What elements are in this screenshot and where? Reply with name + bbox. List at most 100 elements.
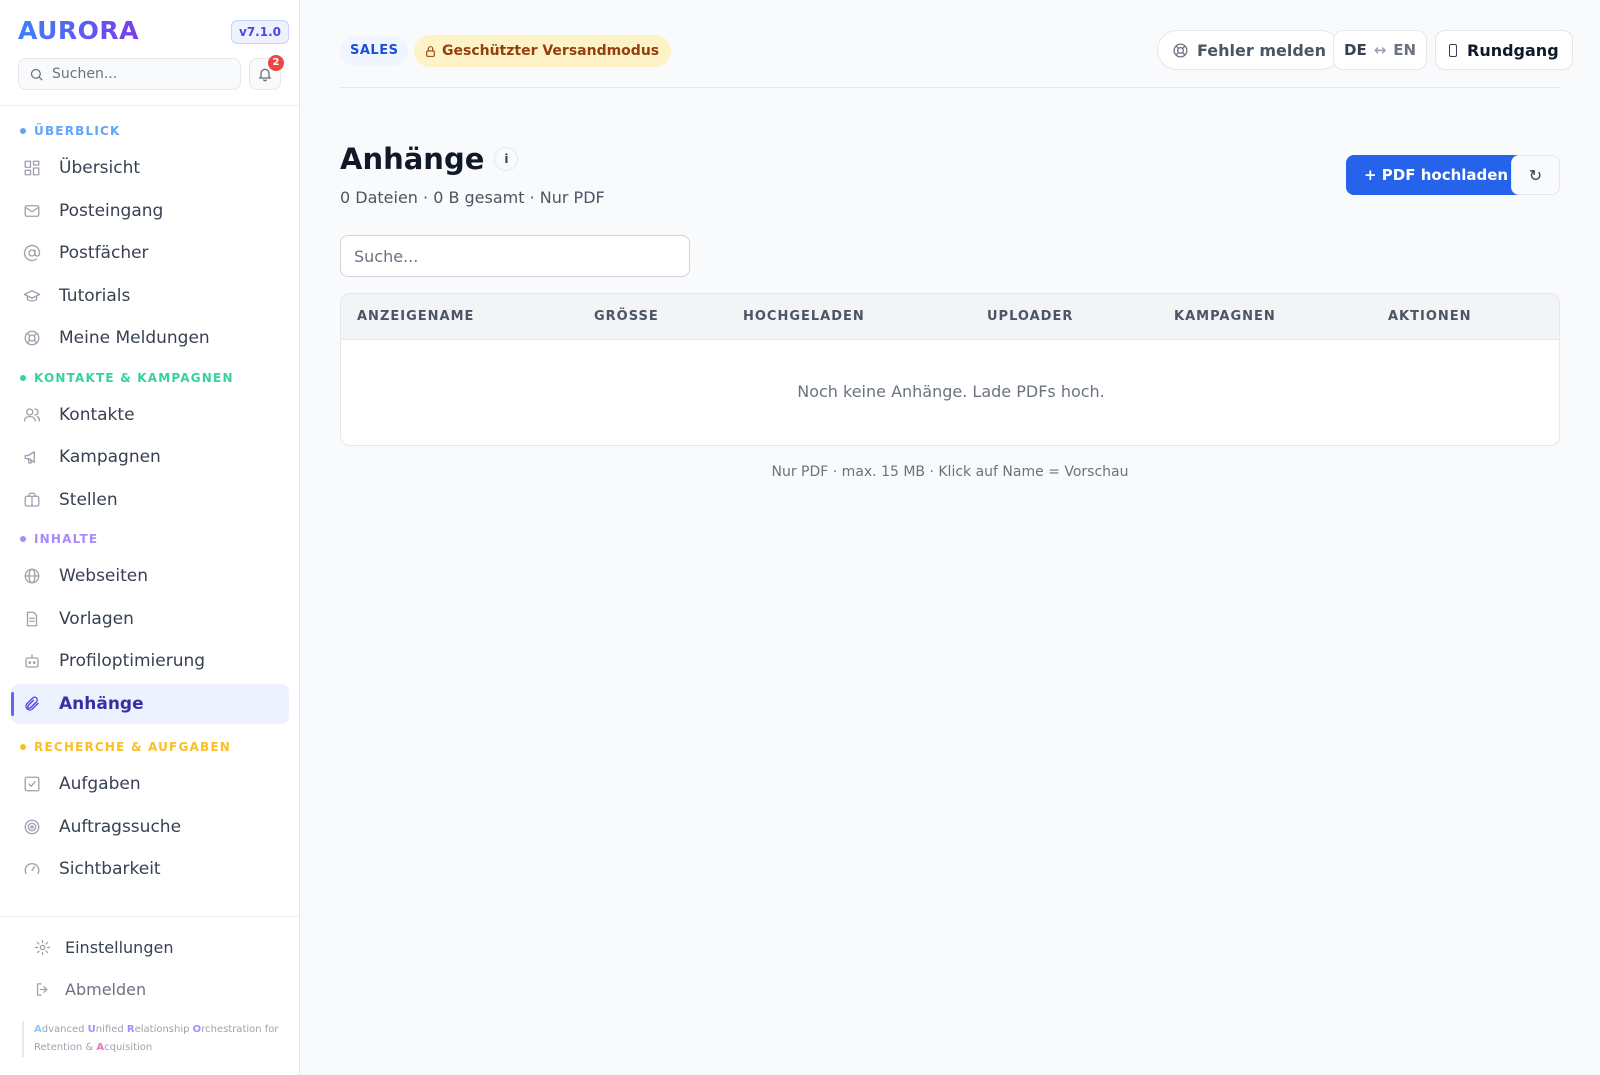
logout-link[interactable]: Abmelden (34, 980, 146, 999)
section-dot (20, 744, 26, 750)
settings-link[interactable]: Einstellungen (34, 938, 173, 957)
refresh-icon: ↻ (1528, 165, 1543, 185)
section-dot (20, 536, 26, 542)
tagline-initial: R (126, 1024, 135, 1035)
robot-icon (25, 654, 39, 668)
tagline-initial: A (96, 1042, 105, 1053)
sidebar-item-kampagnen[interactable]: Kampagnen (11, 437, 289, 477)
language-switch[interactable]: DE ↔ EN (1333, 30, 1428, 70)
sidebar-item-label: Meine Meldungen (59, 328, 210, 348)
logout-label: Abmelden (65, 980, 147, 999)
sidebar-item-posteingang[interactable]: Posteingang (11, 191, 289, 231)
sidebar-footer: Einstellungen Abmelden Advanced Unified … (0, 916, 299, 1075)
tagline-initial: A (34, 1024, 42, 1035)
section-dot (20, 128, 26, 134)
sidebar-item-vorlagen[interactable]: Vorlagen (11, 599, 289, 639)
lock-icon (426, 45, 435, 57)
grid-icon (24, 160, 40, 176)
info-icon[interactable]: i (494, 147, 519, 171)
sidebar-item-label: Tutorials (59, 286, 131, 306)
sidebar-item-auftragssuche[interactable]: Auftragssuche (11, 807, 289, 847)
report-bug-label: Fehler melden (1197, 40, 1327, 60)
gear-icon (34, 939, 51, 956)
section-dot (20, 375, 26, 381)
sidebar-nav: ÜBERBLICK Übersicht Posteingang Postfäch… (0, 106, 299, 916)
sidebar-search[interactable] (18, 58, 241, 90)
sidebar-item-label: Kampagnen (59, 447, 161, 467)
version-badge: v7.1.0 (231, 20, 289, 44)
sidebar-item-label: Sichtbarkeit (59, 859, 161, 879)
notifications-button[interactable]: 2 (249, 55, 284, 90)
tagline-word: dvanced (41, 1024, 88, 1035)
sidebar-item-label: Posteingang (59, 201, 164, 221)
report-bug-button[interactable]: Fehler melden (1157, 30, 1342, 70)
sidebar-item-anhaenge[interactable]: Anhänge (11, 684, 289, 724)
page-header: Anhänge i (340, 142, 519, 176)
sidebar-item-label: Profiloptimierung (59, 651, 206, 671)
tagline-word: nified (95, 1024, 127, 1035)
megaphone-icon (24, 451, 35, 464)
tagline-initial: U (87, 1024, 96, 1035)
sidebar-item-kontakte[interactable]: Kontakte (11, 395, 289, 435)
document-icon (26, 611, 38, 627)
users-icon (23, 408, 41, 422)
sidebar-item-uebersicht[interactable]: Übersicht (11, 148, 289, 188)
globe-icon (24, 568, 40, 584)
attachments-search-input[interactable] (340, 235, 690, 277)
sidebar-item-label: Webseiten (59, 566, 149, 586)
section-label: INHALTE (34, 532, 99, 546)
tagline-word: elationship (134, 1024, 193, 1035)
sidebar-item-webseiten[interactable]: Webseiten (11, 556, 289, 596)
sidebar-item-label: Anhänge (59, 694, 144, 714)
column-header-uploaded[interactable]: HOCHGELADEN (743, 309, 865, 324)
tour-label: Rundgang (1467, 40, 1559, 60)
sidebar-item-sichtbarkeit[interactable]: Sichtbarkeit (11, 849, 289, 889)
sidebar-item-label: Auftragssuche (59, 817, 182, 837)
page-title: Anhänge (340, 142, 485, 176)
section-recherche-aufgaben: RECHERCHE & AUFGABEN (20, 740, 231, 754)
table-header: ANZEIGENAME GRÖSSE HOCHGELADEN UPLOADER … (341, 294, 1559, 340)
sidebar-item-aufgaben[interactable]: Aufgaben (11, 764, 289, 804)
settings-label: Einstellungen (65, 938, 174, 957)
lifebuoy-icon (24, 330, 40, 346)
tagline-word: rchestration for (201, 1024, 279, 1035)
at-icon (23, 244, 41, 262)
app-logo[interactable]: AURORA (18, 16, 139, 45)
column-header-uploader[interactable]: UPLOADER (987, 309, 1073, 324)
upload-pdf-button[interactable]: + PDF hochladen (1346, 155, 1527, 195)
section-label: RECHERCHE & AUFGABEN (34, 740, 231, 754)
search-icon (30, 68, 43, 81)
sidebar-item-profiloptimierung[interactable]: Profiloptimierung (11, 641, 289, 681)
briefcase-icon (24, 492, 40, 507)
column-header-display-name[interactable]: ANZEIGENAME (357, 309, 474, 324)
sidebar: AURORA v7.1.0 2 ÜBERBLICK Übersicht Post… (0, 0, 300, 1075)
section-label: ÜBERBLICK (34, 124, 121, 138)
tagline: Advanced Unified Relationship Orchestrat… (22, 1021, 282, 1057)
language-current: DE (1344, 41, 1367, 59)
swap-arrow-icon: ↔ (1373, 41, 1387, 59)
target-icon (24, 819, 40, 835)
sidebar-item-stellen[interactable]: Stellen (11, 480, 289, 520)
sidebar-search-input[interactable] (52, 66, 232, 82)
sidebar-item-meine-meldungen[interactable]: Meine Meldungen (11, 318, 289, 358)
protected-mode-badge: Geschützter Versandmodus (414, 35, 672, 67)
tour-button[interactable]: Rundgang (1435, 30, 1573, 70)
empty-state-message: Noch keine Anhänge. Lade PDFs hoch. (797, 382, 1105, 401)
section-label: KONTAKTE & KAMPAGNEN (34, 371, 234, 385)
sidebar-item-label: Stellen (59, 490, 118, 510)
page-subtitle: 0 Dateien · 0 B gesamt · Nur PDF (340, 188, 605, 207)
refresh-button[interactable]: ↻ (1511, 155, 1560, 195)
notification-count-badge: 2 (268, 55, 284, 71)
protected-mode-label: Geschützter Versandmodus (442, 43, 660, 59)
sidebar-item-postfaecher[interactable]: Postfächer (11, 233, 289, 273)
tagline-initial: O (192, 1024, 202, 1035)
attachments-table: ANZEIGENAME GRÖSSE HOCHGELADEN UPLOADER … (340, 293, 1560, 446)
top-bar: SALES Geschützter Versandmodus Fehler me… (340, 28, 1573, 88)
graduation-cap-icon (23, 290, 41, 302)
column-header-campaigns[interactable]: KAMPAGNEN (1174, 309, 1276, 324)
checkbox-icon (24, 776, 40, 792)
column-header-size[interactable]: GRÖSSE (594, 309, 659, 324)
tagline-word: Retention & (34, 1042, 97, 1053)
sidebar-item-tutorials[interactable]: Tutorials (11, 276, 289, 316)
tour-icon (1449, 43, 1457, 57)
